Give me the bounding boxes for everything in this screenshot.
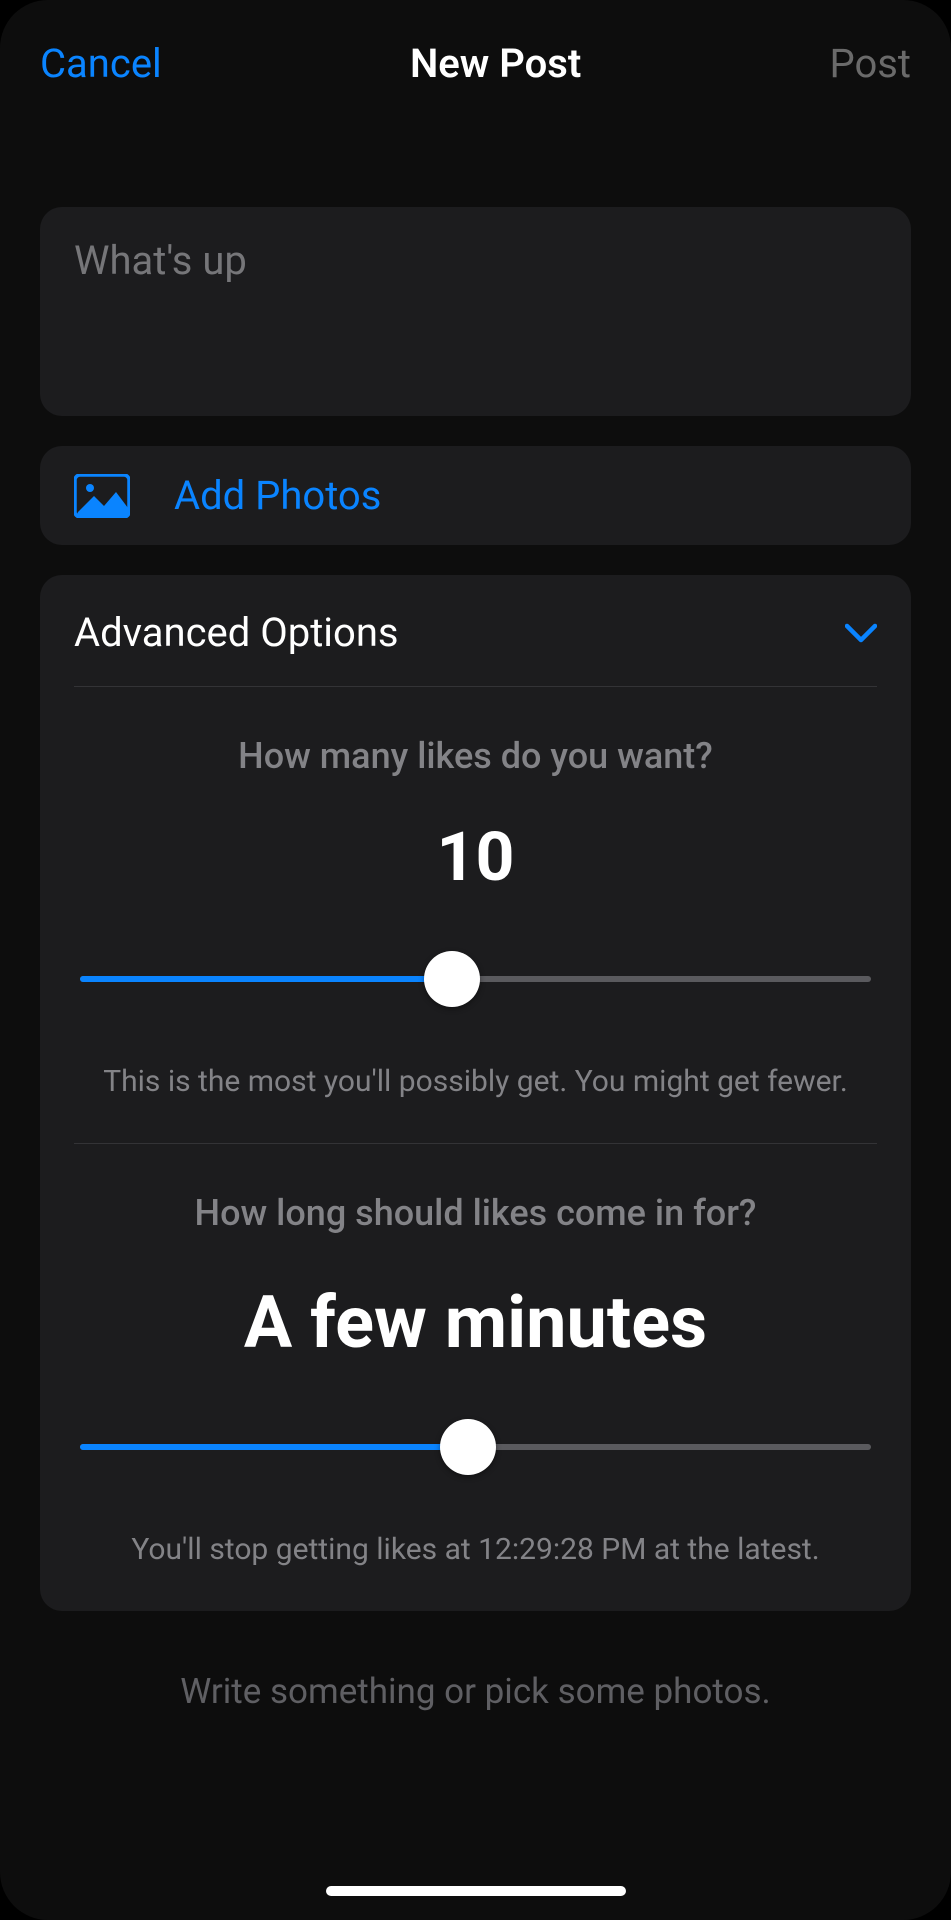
duration-value: A few minutes	[74, 1280, 877, 1365]
likes-question: How many likes do you want?	[74, 735, 877, 777]
page-title: New Post	[410, 40, 581, 87]
add-photos-label: Add Photos	[174, 472, 381, 519]
cancel-button[interactable]: Cancel	[40, 40, 162, 87]
likes-slider[interactable]	[80, 951, 871, 1007]
likes-slider-thumb[interactable]	[424, 951, 480, 1007]
likes-value: 10	[74, 817, 877, 897]
duration-section: How long should likes come in for? A few…	[74, 1143, 877, 1571]
post-button[interactable]: Post	[829, 40, 911, 87]
advanced-options-toggle[interactable]: Advanced Options	[74, 575, 877, 687]
likes-slider-fill	[80, 976, 452, 982]
duration-slider[interactable]	[80, 1419, 871, 1475]
add-photos-button[interactable]: Add Photos	[40, 446, 911, 545]
composer-card	[40, 207, 911, 416]
content: Add Photos Advanced Options How many lik…	[0, 117, 951, 1712]
photo-icon	[74, 474, 130, 518]
post-text-input[interactable]	[40, 207, 911, 412]
home-indicator[interactable]	[326, 1886, 626, 1896]
advanced-options-title: Advanced Options	[74, 609, 399, 656]
footer-hint: Write something or pick some photos.	[40, 1671, 911, 1712]
navbar: Cancel New Post Post	[0, 0, 951, 117]
chevron-down-icon	[845, 623, 877, 643]
duration-slider-thumb[interactable]	[440, 1419, 496, 1475]
advanced-options-card: Advanced Options How many likes do you w…	[40, 575, 911, 1611]
duration-question: How long should likes come in for?	[74, 1192, 877, 1234]
new-post-screen: Cancel New Post Post Add Photos Advanced…	[0, 0, 951, 1920]
likes-hint: This is the most you'll possibly get. Yo…	[74, 1061, 877, 1103]
duration-hint: You'll stop getting likes at 12:29:28 PM…	[74, 1529, 877, 1571]
likes-section: How many likes do you want? 10 This is t…	[74, 687, 877, 1103]
duration-slider-fill	[80, 1444, 468, 1450]
